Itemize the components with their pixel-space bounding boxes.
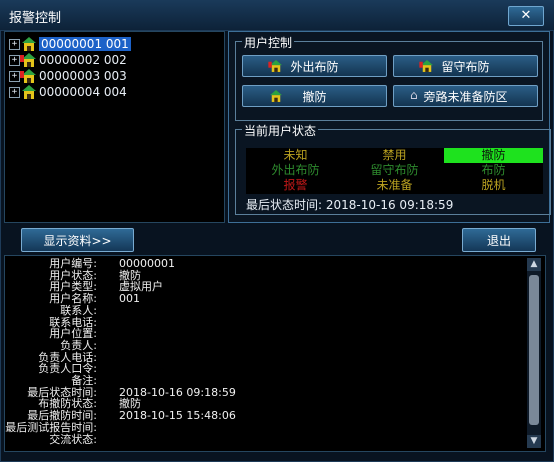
window-title: 报警控制 <box>9 11 62 26</box>
house-alert-icon <box>20 53 36 67</box>
info-row-value: 2018-10-15 15:48:06 <box>119 409 236 423</box>
info-row: 最后撤防时间: 2018-10-15 15:48:06 <box>5 410 525 421</box>
scroll-down-icon[interactable]: ▼ <box>527 435 541 448</box>
info-row-value: 撤防 <box>119 397 141 411</box>
scroll-up-icon[interactable]: ▲ <box>527 258 541 271</box>
info-row-key: 交流状态: <box>49 432 97 446</box>
away-arm-button[interactable]: 外出布防 <box>242 55 387 77</box>
info-row: 布撤防状态: 撤防 <box>5 398 525 409</box>
expand-icon[interactable]: + <box>9 70 20 82</box>
stay-arm-label: 留守布防 <box>441 59 490 74</box>
tree-item-label[interactable]: 00000001 001 <box>39 37 131 51</box>
user-info-panel[interactable]: 用户编号: 00000001 用户状态: 撤防 用户类型: 虚拟用户 用户名称: 001 联系人… <box>4 255 546 452</box>
info-row-key: 最后撤防时间: <box>27 409 97 423</box>
info-row: 负责人电话: <box>5 352 525 363</box>
info-row-key: 用户类型: <box>49 280 97 294</box>
disarm-button[interactable]: 撤防 <box>242 85 387 107</box>
tree-item-label[interactable]: 00000003 003 <box>39 69 127 83</box>
info-row-key: 负责人口令: <box>38 362 97 376</box>
show-info-button[interactable]: 显示资料>> <box>21 228 134 252</box>
scroll-thumb[interactable] <box>529 275 539 425</box>
status-disabled: 禁用 <box>382 148 407 162</box>
info-row-key: 联系人: <box>60 303 97 317</box>
info-row: 交流状态: <box>5 434 525 445</box>
info-row: 负责人: <box>5 340 525 351</box>
info-row: 用户类型: 虚拟用户 <box>5 281 525 292</box>
expand-icon[interactable]: + <box>9 86 20 98</box>
info-row-value: 虚拟用户 <box>119 280 163 294</box>
tree-item[interactable]: + 00000002 002 <box>9 52 127 68</box>
info-row-key: 布撤防状态: <box>38 397 97 411</box>
vertical-scrollbar[interactable]: ▲ ▼ <box>527 258 541 448</box>
info-row-value: 00000001 <box>119 257 175 270</box>
info-row-key: 负责人: <box>60 338 97 352</box>
status-grid: 未知 禁用 撤防 外出布防 留守布防 布防 报警 未准备 脱机 <box>246 148 543 194</box>
bypass-icon: ⌂ <box>410 88 418 102</box>
house-alert-icon <box>419 60 433 72</box>
info-row: 联系电话: <box>5 317 525 328</box>
exit-button[interactable]: 退出 <box>462 228 536 252</box>
away-arm-label: 外出布防 <box>290 59 339 74</box>
tree-item[interactable]: + 00000001 001 <box>9 36 131 52</box>
info-row: 用户位置: <box>5 328 525 339</box>
close-button[interactable]: ✕ <box>508 6 544 26</box>
last-status-time: 最后状态时间: 2018-10-16 09:18:59 <box>246 196 453 213</box>
user-tree[interactable]: + 00000001 001 + 00000002 002 + 00000003… <box>4 31 225 223</box>
status-offline: 脱机 <box>481 178 506 192</box>
info-row: 用户名称: 001 <box>5 293 525 304</box>
tree-item[interactable]: + 00000003 003 <box>9 68 127 84</box>
house-alert-icon <box>268 60 282 72</box>
tree-item-label[interactable]: 00000002 002 <box>39 53 127 67</box>
status-disarmed: 撤防 <box>444 148 543 163</box>
stay-arm-button[interactable]: 留守布防 <box>393 55 538 77</box>
info-row: 备注: <box>5 375 525 386</box>
bypass-label: 旁路未准备防区 <box>423 89 508 104</box>
house-icon <box>22 37 36 51</box>
status-away-armed: 外出布防 <box>271 163 320 177</box>
disarm-label: 撤防 <box>302 89 327 104</box>
control-panel: 用户控制 外出布防 留守布防 撤防 ⌂ 旁路未准备防区 当前用户状态 未知 禁用… <box>228 31 551 223</box>
current-status-group: 当前用户状态 未知 禁用 撤防 外出布防 留守布防 布防 报警 未准备 脱机 最… <box>235 122 551 215</box>
status-unknown: 未知 <box>283 148 308 162</box>
tree-item-label[interactable]: 00000004 004 <box>39 85 127 99</box>
expand-icon[interactable]: + <box>9 38 20 50</box>
info-row-key: 用户编号: <box>49 257 97 270</box>
user-control-group: 用户控制 外出布防 留守布防 撤防 ⌂ 旁路未准备防区 <box>235 34 543 121</box>
info-row-key: 最后测试报告时间: <box>5 420 97 434</box>
current-status-title: 当前用户状态 <box>242 122 319 139</box>
status-alarm: 报警 <box>283 178 308 192</box>
last-status-time-value: 2018-10-16 09:18:59 <box>325 198 454 212</box>
status-not-ready: 未准备 <box>376 178 413 192</box>
info-row: 用户编号: 00000001 <box>5 258 525 269</box>
info-row-key: 用户位置: <box>49 327 97 341</box>
bypass-button[interactable]: ⌂ 旁路未准备防区 <box>393 85 538 107</box>
info-row: 联系人: <box>5 305 525 316</box>
status-stay-armed: 留守布防 <box>370 163 419 177</box>
status-armed: 布防 <box>481 163 506 177</box>
info-row: 最后测试报告时间: <box>5 422 525 433</box>
info-row-key: 负责人电话: <box>38 350 97 364</box>
info-row-key: 备注: <box>71 374 97 387</box>
house-alert-icon <box>20 69 36 83</box>
tree-item[interactable]: + 00000004 004 <box>9 84 127 100</box>
info-row-key: 联系电话: <box>49 315 97 329</box>
house-icon <box>270 90 282 102</box>
info-row-key: 用户名称: <box>49 292 97 306</box>
last-status-time-label: 最后状态时间: <box>246 198 323 212</box>
house-icon <box>22 85 36 99</box>
title-bar: 报警控制 ✕ <box>0 0 554 31</box>
user-control-title: 用户控制 <box>242 34 295 51</box>
info-row: 负责人口令: <box>5 363 525 374</box>
expand-icon[interactable]: + <box>9 54 20 66</box>
info-row-value: 001 <box>119 292 140 306</box>
